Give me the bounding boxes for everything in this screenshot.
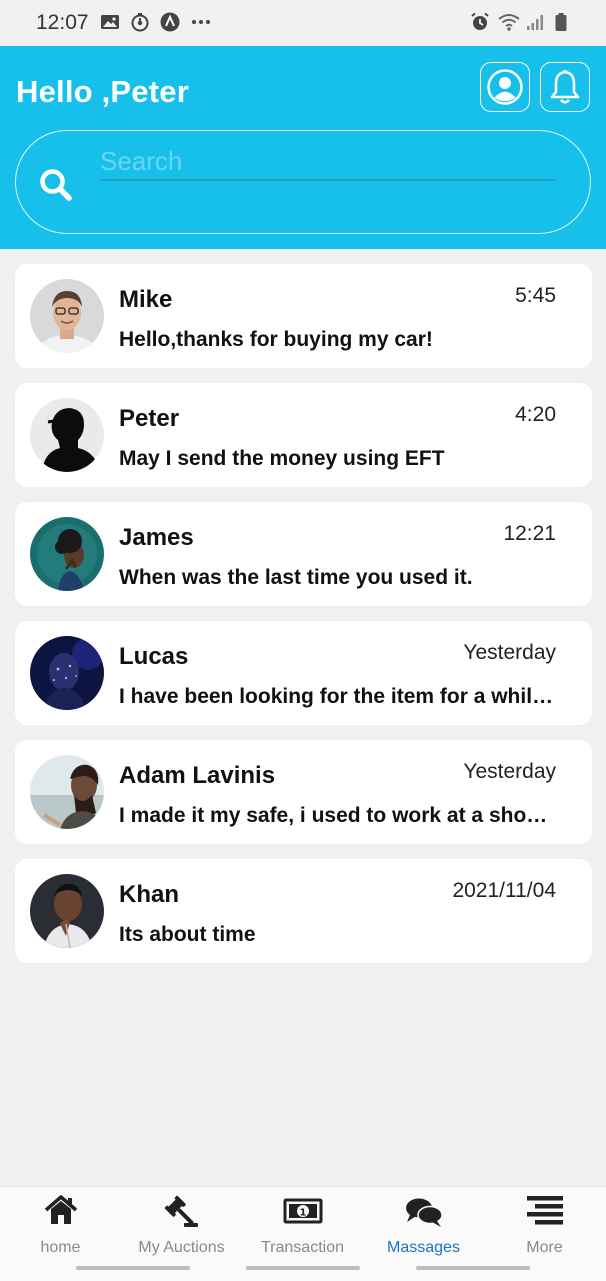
battery-icon bbox=[554, 12, 574, 32]
banknote-icon: 1 bbox=[283, 1195, 323, 1232]
avatar bbox=[30, 755, 104, 829]
nav-home[interactable]: home bbox=[0, 1187, 121, 1263]
avatar bbox=[30, 517, 104, 591]
greeting-title: Hello ,Peter bbox=[16, 74, 189, 109]
chat-item-peter[interactable]: Peter 4:20 May I send the money using EF… bbox=[15, 383, 592, 487]
message-preview: Hello,thanks for buying my car! bbox=[119, 328, 433, 351]
gesture-handle bbox=[246, 1266, 360, 1270]
avatar bbox=[30, 636, 104, 710]
message-preview: When was the last time you used it. bbox=[119, 566, 473, 589]
chat-item-adam-lavinis[interactable]: Adam Lavinis Yesterday I made it my safe… bbox=[15, 740, 592, 844]
more-dots-icon bbox=[190, 12, 210, 32]
message-preview: I made it my safe, i used to work at a s… bbox=[119, 804, 559, 827]
image-icon bbox=[100, 12, 120, 32]
nav-label: Transaction bbox=[261, 1239, 344, 1256]
contact-name: Lucas bbox=[119, 643, 189, 670]
contact-name: Adam Lavinis bbox=[119, 762, 276, 789]
message-preview: I have been looking for the item for a w… bbox=[119, 685, 559, 708]
timer-icon bbox=[130, 12, 150, 32]
status-time: 12:07 bbox=[36, 11, 89, 34]
message-time: 4:20 bbox=[515, 403, 556, 426]
nav-label: My Auctions bbox=[138, 1239, 225, 1256]
search-icon[interactable] bbox=[38, 167, 74, 208]
profile-button[interactable] bbox=[480, 62, 530, 112]
nav-massages[interactable]: Massages bbox=[363, 1187, 484, 1263]
menu-icon bbox=[526, 1195, 563, 1230]
avatar bbox=[30, 398, 104, 472]
message-time: Yesterday bbox=[463, 760, 556, 783]
status-bar: 12:07 bbox=[0, 0, 606, 46]
chat-item-james[interactable]: James 12:21 When was the last time you u… bbox=[15, 502, 592, 606]
app-a-icon bbox=[160, 12, 180, 32]
chat-bubbles-icon bbox=[404, 1195, 444, 1234]
search-bar bbox=[15, 130, 591, 234]
message-time: 2021/11/04 bbox=[452, 879, 556, 902]
message-time: 5:45 bbox=[515, 284, 556, 307]
user-icon bbox=[487, 69, 523, 105]
home-icon bbox=[44, 1195, 78, 1232]
app-header: Hello ,Peter bbox=[0, 46, 606, 249]
notifications-button[interactable] bbox=[540, 62, 590, 112]
contact-name: Khan bbox=[119, 881, 179, 908]
gesture-handle bbox=[76, 1266, 190, 1270]
avatar bbox=[30, 874, 104, 948]
gavel-icon bbox=[164, 1195, 200, 1236]
gesture-handle bbox=[416, 1266, 530, 1270]
message-time: 12:21 bbox=[503, 522, 556, 545]
nav-label: home bbox=[40, 1239, 81, 1256]
contact-name: James bbox=[119, 524, 194, 551]
avatar bbox=[30, 279, 104, 353]
nav-label: More bbox=[526, 1239, 563, 1256]
wifi-icon bbox=[498, 12, 520, 32]
contact-name: Peter bbox=[119, 405, 180, 432]
message-preview: May I send the money using EFT bbox=[119, 447, 445, 470]
chat-item-khan[interactable]: Khan 2021/11/04 Its about time bbox=[15, 859, 592, 963]
bell-icon bbox=[550, 69, 580, 104]
nav-more[interactable]: More bbox=[484, 1187, 605, 1263]
search-input[interactable] bbox=[100, 143, 556, 181]
chat-item-mike[interactable]: Mike 5:45 Hello,thanks for buying my car… bbox=[15, 264, 592, 368]
chat-list: Mike 5:45 Hello,thanks for buying my car… bbox=[15, 264, 592, 978]
chat-item-lucas[interactable]: Lucas Yesterday I have been looking for … bbox=[15, 621, 592, 725]
svg-text:1: 1 bbox=[299, 1208, 306, 1219]
nav-transaction[interactable]: 1 Transaction bbox=[242, 1187, 363, 1263]
nav-my-auctions[interactable]: My Auctions bbox=[121, 1187, 242, 1263]
message-time: Yesterday bbox=[463, 641, 556, 664]
signal-icon bbox=[526, 12, 546, 32]
nav-label: Massages bbox=[387, 1239, 460, 1256]
alarm-icon bbox=[470, 12, 490, 32]
message-preview: Its about time bbox=[119, 923, 256, 946]
contact-name: Mike bbox=[119, 286, 173, 313]
